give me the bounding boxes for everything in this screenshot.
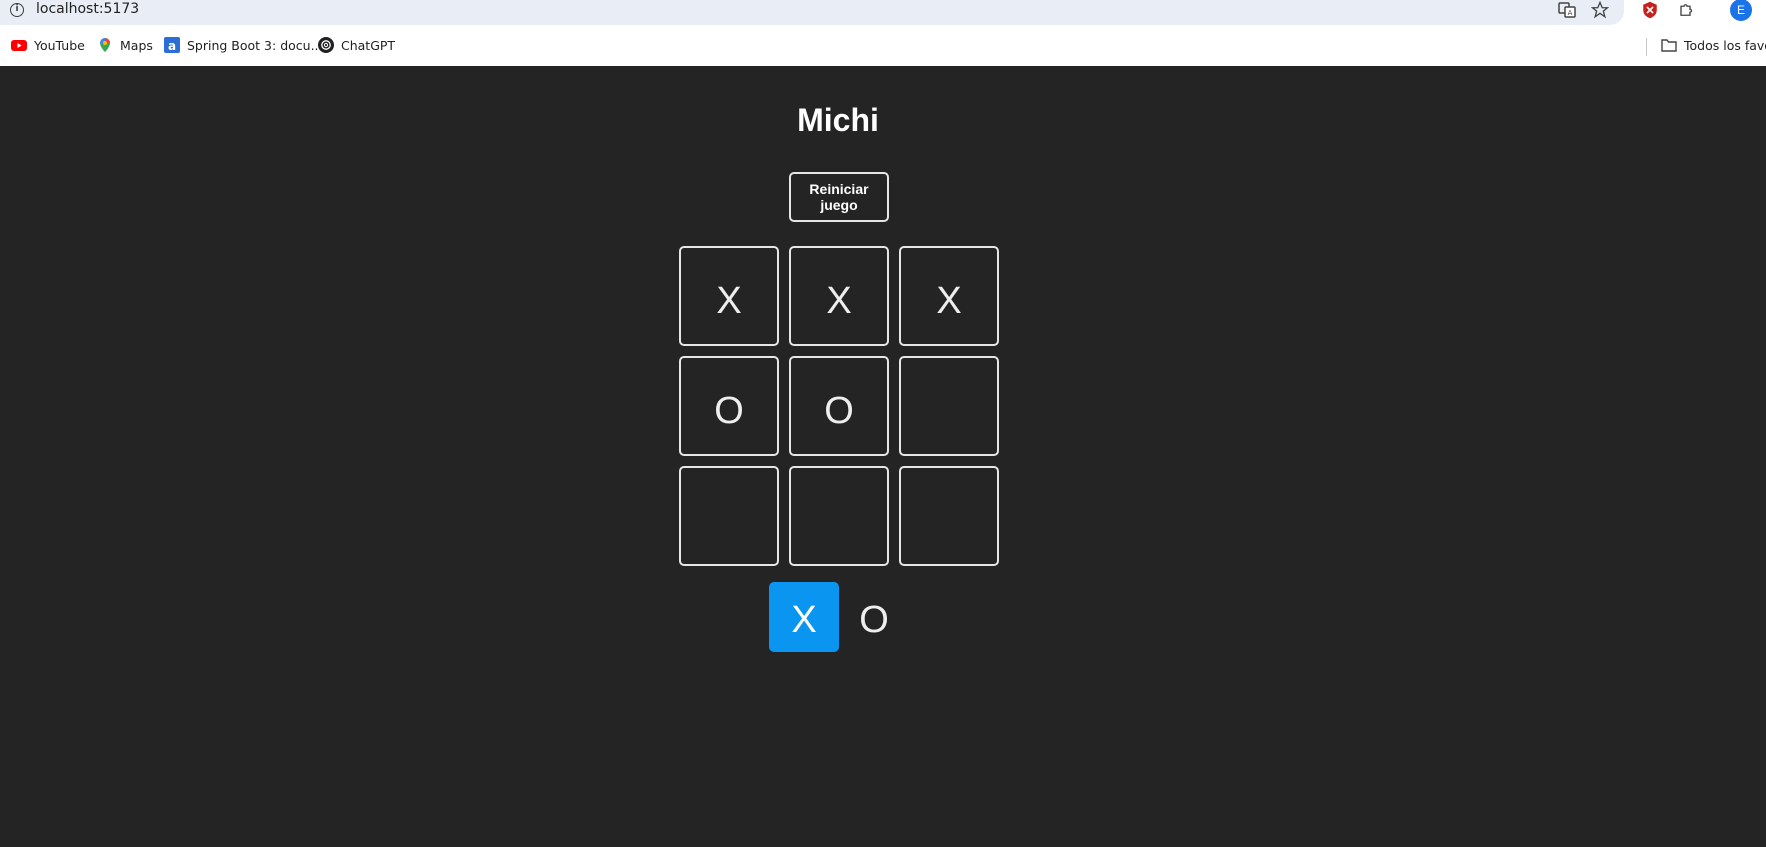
bookmark-label: ChatGPT <box>341 37 396 53</box>
svg-text:A: A <box>1568 9 1573 17</box>
bookmark-maps[interactable]: Maps <box>97 37 153 53</box>
document-a-icon: a <box>164 37 180 53</box>
turn-indicator: X O <box>769 582 909 652</box>
bookmark-label: Spring Boot 3: docu... <box>187 37 323 53</box>
bookmark-star-icon[interactable] <box>1590 0 1610 20</box>
board-square[interactable]: O <box>679 356 779 456</box>
url-text[interactable]: localhost:5173 <box>36 1 139 17</box>
board-square[interactable]: O <box>789 356 889 456</box>
bookmark-spring-boot[interactable]: a Spring Boot 3: docu... <box>164 37 323 53</box>
turn-x: X <box>769 582 839 652</box>
all-bookmarks-folder[interactable]: Todos los favor <box>1661 37 1766 53</box>
game-board: X X X O O <box>679 246 999 566</box>
translate-icon[interactable]: A <box>1557 0 1577 20</box>
all-bookmarks-label: Todos los favor <box>1684 37 1766 53</box>
bookmark-chatgpt[interactable]: ChatGPT <box>318 37 395 53</box>
board-square[interactable] <box>679 466 779 566</box>
extension-shield-icon[interactable] <box>1640 0 1660 20</box>
bookmark-label: Maps <box>120 37 153 53</box>
board-square[interactable] <box>789 466 889 566</box>
chatgpt-icon <box>318 37 334 53</box>
bookmark-youtube[interactable]: YouTube <box>11 37 85 53</box>
turn-o: O <box>859 598 889 641</box>
game-page: Michi Reiniciar juego X X X O O X O <box>0 66 1766 847</box>
folder-icon <box>1661 37 1677 53</box>
reset-game-button[interactable]: Reiniciar juego <box>789 172 889 222</box>
site-info-icon[interactable]: i <box>10 3 24 17</box>
board-square[interactable]: X <box>789 246 889 346</box>
maps-pin-icon <box>97 37 113 53</box>
profile-avatar[interactable]: E <box>1730 0 1752 21</box>
youtube-icon <box>11 37 27 53</box>
board-square[interactable]: X <box>899 246 999 346</box>
bookmarks-bar: YouTube Maps a Spring Boot 3: docu... Ch… <box>0 28 1766 66</box>
bookmarks-divider <box>1646 38 1647 56</box>
browser-toolbar: i localhost:5173 A E <box>0 0 1766 28</box>
board-square[interactable] <box>899 356 999 456</box>
board-square[interactable] <box>899 466 999 566</box>
page-title: Michi <box>797 102 879 138</box>
svg-text:a: a <box>168 39 176 53</box>
address-bar[interactable]: i localhost:5173 <box>0 0 1624 25</box>
extensions-puzzle-icon[interactable] <box>1677 0 1697 20</box>
board-square[interactable]: X <box>679 246 779 346</box>
bookmark-label: YouTube <box>34 37 85 53</box>
